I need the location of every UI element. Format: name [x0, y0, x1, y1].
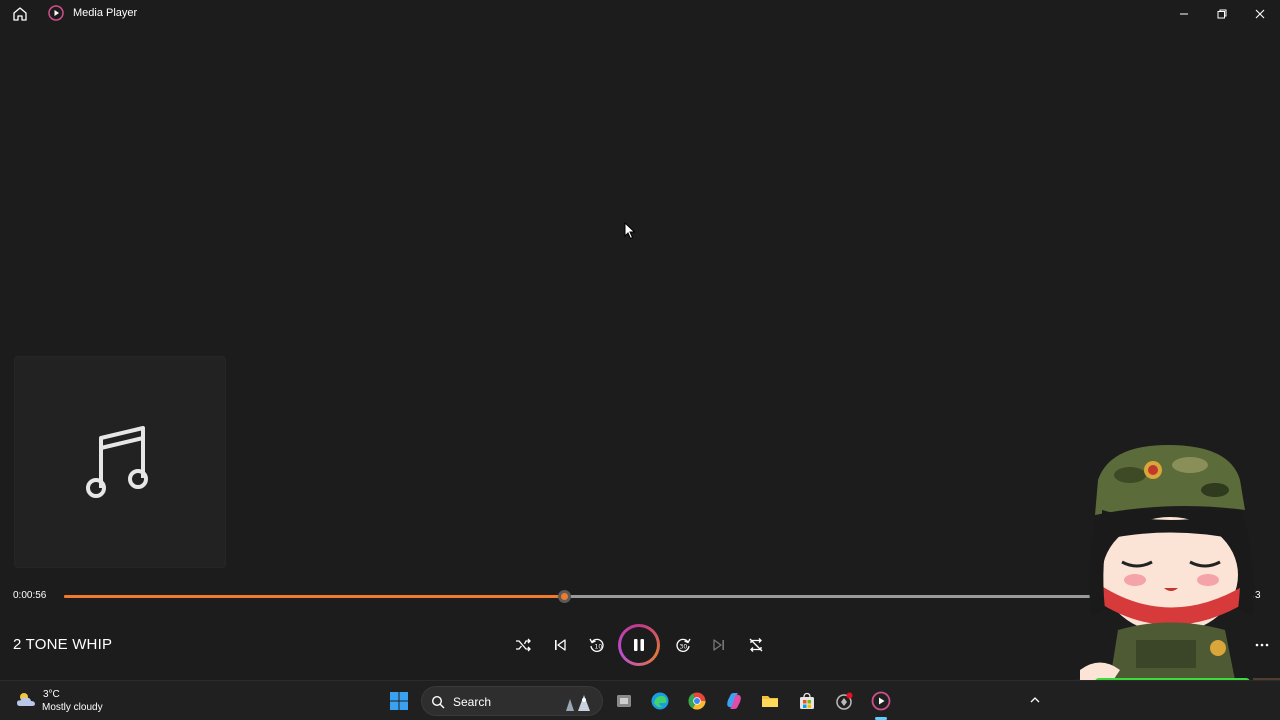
copilot-icon[interactable]	[722, 689, 746, 713]
chevron-up-icon[interactable]	[1028, 693, 1042, 707]
file-explorer-icon[interactable]	[758, 689, 782, 713]
taskbar-search-box[interactable]: Search	[421, 686, 603, 716]
fast-forward-icon: 30	[676, 638, 691, 652]
next-icon	[713, 639, 724, 651]
rewind-icon: 10	[589, 638, 604, 652]
media-player-icon[interactable]	[869, 689, 893, 713]
repeat-button[interactable]	[744, 634, 768, 656]
restore-button[interactable]	[1211, 4, 1233, 24]
task-view-icon[interactable]	[612, 689, 636, 713]
windows-start-icon[interactable]	[387, 689, 411, 713]
seek-bar-fill	[64, 595, 564, 598]
window-title: Media Player	[73, 7, 138, 19]
pause-button[interactable]	[618, 624, 660, 666]
current-time: 0:00:56	[13, 590, 47, 601]
weather-temperature: 3°C	[43, 689, 60, 700]
search-label: Search	[453, 695, 492, 709]
next-button[interactable]	[707, 634, 731, 656]
shuffle-icon	[516, 638, 531, 652]
chrome-icon[interactable]	[685, 689, 709, 713]
search-highlight-icon	[566, 695, 590, 711]
media-player-app-icon	[48, 5, 64, 21]
store-icon[interactable]	[795, 689, 819, 713]
forward-30-button[interactable]: 30	[671, 634, 695, 656]
edge-icon[interactable]	[648, 689, 672, 713]
title-bar: Media Player	[0, 0, 1280, 28]
taskbar: 3°C Mostly cloudy Search	[0, 680, 1280, 720]
forward-seconds: 30	[680, 644, 688, 651]
seek-thumb[interactable]	[557, 590, 571, 603]
search-icon	[431, 695, 445, 709]
close-button[interactable]	[1249, 4, 1271, 24]
track-title: 2 TONE WHIP	[13, 636, 113, 653]
app-icon[interactable]	[832, 689, 856, 713]
streamer-avatar-overlay	[1062, 445, 1280, 713]
music-note-icon	[86, 426, 148, 498]
rewind-10-button[interactable]: 10	[585, 634, 609, 656]
previous-icon	[555, 639, 566, 651]
weather-description: Mostly cloudy	[42, 702, 103, 713]
rewind-seconds: 10	[595, 644, 603, 651]
weather-cloud-icon[interactable]	[14, 688, 38, 712]
minimize-button[interactable]	[1173, 4, 1195, 24]
pause-icon	[634, 639, 644, 651]
home-icon[interactable]	[10, 4, 30, 24]
album-art	[14, 356, 226, 568]
previous-button[interactable]	[548, 634, 572, 656]
pause-button-inner	[621, 627, 657, 663]
repeat-off-icon	[749, 638, 763, 652]
mouse-cursor-icon	[624, 222, 636, 240]
shuffle-button[interactable]	[511, 634, 535, 656]
